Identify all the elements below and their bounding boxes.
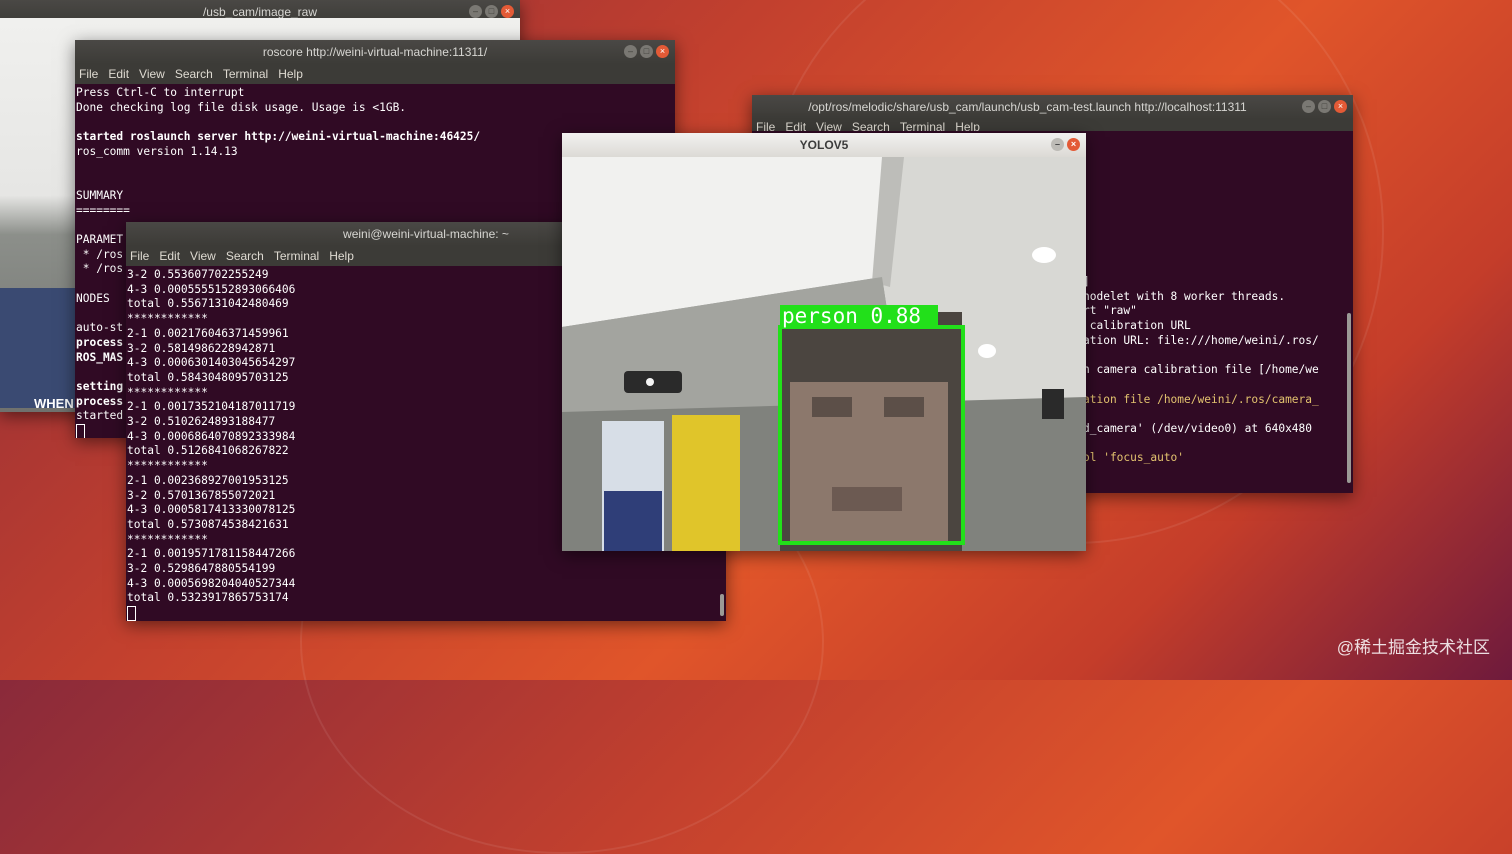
camera-frame <box>562 157 1086 551</box>
terminal-line: ol 'focus_auto' <box>1083 451 1185 465</box>
terminal-line: 3-2 0.5298647880554199 <box>127 562 276 576</box>
maximize-icon[interactable]: □ <box>640 45 653 58</box>
terminal-line: rt "raw" <box>1083 304 1137 318</box>
menu-item-edit[interactable]: Edit <box>108 64 129 84</box>
terminal-line: 4-3 0.0005698204040527344 <box>127 576 296 590</box>
close-icon[interactable]: × <box>1067 138 1080 151</box>
window-title: YOLOV5 <box>799 138 849 152</box>
terminal-line: ation file /home/weini/.ros/camera_ <box>1083 392 1319 406</box>
close-icon[interactable]: × <box>501 5 514 18</box>
terminal-line: nodelet with 8 worker threads. <box>1083 289 1286 303</box>
window-title: roscore http://weini-virtual-machine:113… <box>262 45 488 59</box>
menu-item-file[interactable]: File <box>79 64 98 84</box>
menu-item-search[interactable]: Search <box>852 119 890 131</box>
window-title: /usb_cam/image_raw <box>202 5 318 19</box>
terminal-line: Press Ctrl-C to interrupt <box>76 86 245 99</box>
terminal-line: ] <box>1083 275 1090 288</box>
menu-item-help[interactable]: Help <box>278 64 303 84</box>
terminal-cursor <box>127 606 136 621</box>
menu-item-search[interactable]: Search <box>175 64 213 84</box>
terminal-line: ation URL: file:///home/weini/.ros/ <box>1083 333 1319 347</box>
scrollbar[interactable] <box>720 594 724 616</box>
menu-item-terminal[interactable]: Terminal <box>900 119 945 131</box>
menu-item-search[interactable]: Search <box>226 246 264 266</box>
terminal-output[interactable]: ] nodelet with 8 worker threads. rt "raw" … <box>1082 273 1320 468</box>
menu-item-edit[interactable]: Edit <box>785 119 806 131</box>
menu-item-terminal[interactable]: Terminal <box>223 64 268 84</box>
menu-item-file[interactable]: File <box>130 246 149 266</box>
minimize-icon[interactable]: – <box>1302 100 1315 113</box>
maximize-icon[interactable]: □ <box>1318 100 1331 113</box>
watermark: @稀土掘金技术社区 <box>1336 638 1490 657</box>
detection-image: person 0.88 <box>562 157 1086 551</box>
minimize-icon[interactable]: – <box>469 5 482 18</box>
window-title: /opt/ros/melodic/share/usb_cam/launch/us… <box>808 100 1247 114</box>
terminal-line: n camera calibration file [/home/we <box>1083 363 1319 377</box>
yolov5-window[interactable]: YOLOV5 – × person 0.88 <box>562 133 1086 551</box>
minimize-icon[interactable]: – <box>624 45 637 58</box>
menu-item-file[interactable]: File <box>756 119 775 131</box>
poster: WHEN <box>0 288 76 411</box>
detection-label: person 0.88 <box>782 304 922 328</box>
menu-item-help[interactable]: Help <box>329 246 354 266</box>
usbcam-launch-titlebar[interactable]: /opt/ros/melodic/share/usb_cam/launch/us… <box>752 95 1353 119</box>
maximize-icon[interactable]: □ <box>485 5 498 18</box>
menu-item-edit[interactable]: Edit <box>159 246 180 266</box>
menu-item-view[interactable]: View <box>816 119 842 131</box>
terminal-line: d_camera' (/dev/video0) at 640x480 <box>1083 422 1313 436</box>
terminal-line: total 0.5323917865753174 <box>127 591 289 605</box>
menu-item-view[interactable]: View <box>139 64 165 84</box>
terminal-cursor <box>76 424 85 438</box>
terminal-line: Done checking log file disk usage. Usage… <box>76 100 407 114</box>
window-title: weini@weini-virtual-machine: ~ <box>343 227 509 241</box>
menu-item-help[interactable]: Help <box>955 119 980 131</box>
yolov5-titlebar[interactable]: YOLOV5 – × <box>562 133 1086 157</box>
menu-item-view[interactable]: View <box>190 246 216 266</box>
terminal-menubar: File Edit View Search Terminal Help <box>75 64 675 84</box>
menu-item-terminal[interactable]: Terminal <box>274 246 319 266</box>
close-icon[interactable]: × <box>1334 100 1347 113</box>
close-icon[interactable]: × <box>656 45 669 58</box>
minimize-icon[interactable]: – <box>1051 138 1064 151</box>
poster-text: WHEN <box>34 396 74 411</box>
terminal-menubar: File Edit View Search Terminal Help <box>752 119 1353 131</box>
roscore-titlebar[interactable]: roscore http://weini-virtual-machine:113… <box>75 40 675 64</box>
terminal-line: calibration URL <box>1083 319 1191 333</box>
scrollbar[interactable] <box>1347 313 1351 483</box>
